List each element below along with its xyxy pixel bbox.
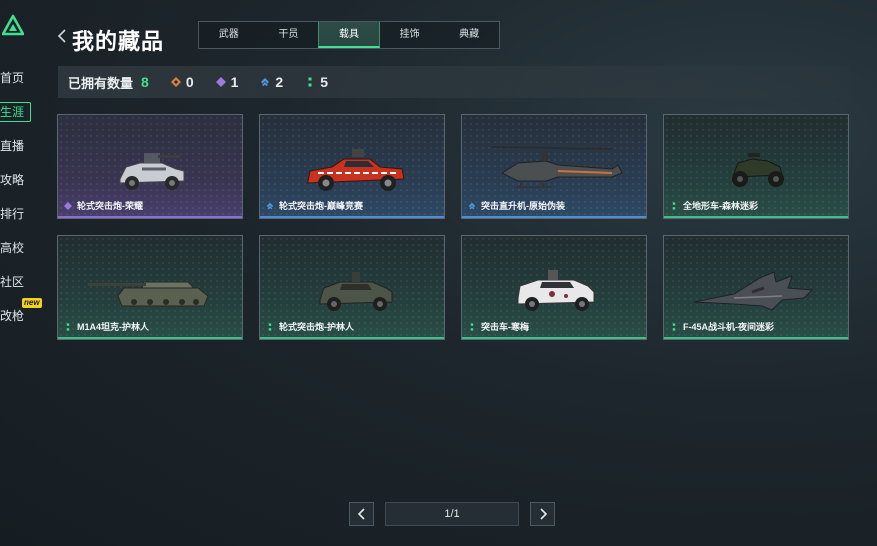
green-rarity-icon xyxy=(268,322,272,331)
orange-rarity-icon xyxy=(170,77,181,87)
rarity-stat-blue: 2 xyxy=(260,74,283,90)
vehicle-name: 突击车-寒梅 xyxy=(468,320,529,333)
rarity-count: 1 xyxy=(230,74,239,90)
prev-page-button[interactable] xyxy=(349,502,374,526)
humvee-icon xyxy=(119,153,185,190)
vehicle-name: 轮式突击炮-巅峰竞赛 xyxy=(266,199,363,212)
tab-accessories[interactable]: 挂饰 xyxy=(380,22,440,48)
sidebar-item-label: 首页 xyxy=(0,71,25,85)
owned-count-value: 8 xyxy=(141,74,149,90)
sidebar-item-label: 排行 xyxy=(0,207,25,221)
active-indicator xyxy=(0,102,31,122)
green-rarity-icon xyxy=(308,77,312,87)
vehicle-name: 全地形车-森林迷彩 xyxy=(670,199,758,212)
chevron-left-icon xyxy=(357,508,365,520)
purple-rarity-icon xyxy=(64,201,72,210)
vehicle-card[interactable]: 全地形车-森林迷彩 xyxy=(663,114,849,219)
vehicle-card[interactable]: 轮式突击炮-荣耀 xyxy=(57,114,243,219)
vehicle-card[interactable]: 突击直升机-原始伪装 xyxy=(461,114,647,219)
pagination: 1/1 xyxy=(349,502,555,526)
sidebar-item-career[interactable]: 生涯 xyxy=(0,100,40,134)
vehicle-card[interactable]: 轮式突击炮-护林人 xyxy=(259,235,445,340)
vehicle-name: 轮式突击炮-护林人 xyxy=(266,320,354,333)
sidebar-item-home[interactable]: 首页 xyxy=(0,66,40,100)
page-title: 我的藏品 xyxy=(72,29,165,54)
green-rarity-icon xyxy=(470,322,474,331)
fighter-jet-icon xyxy=(693,271,814,311)
tab-weapons[interactable]: 武器 xyxy=(199,22,259,48)
helicopter-icon xyxy=(491,146,623,188)
vehicle-card[interactable]: 突击车-寒梅 xyxy=(461,235,647,340)
chevron-right-icon xyxy=(539,508,547,520)
vehicle-card[interactable]: F-45A战斗机-夜间迷彩 xyxy=(663,235,849,340)
vehicle-name: M1A4坦克-护林人 xyxy=(64,320,149,333)
purple-rarity-icon xyxy=(215,77,226,87)
tab-operators[interactable]: 干员 xyxy=(259,22,319,48)
page-indicator: 1/1 xyxy=(385,502,519,526)
green-rarity-icon xyxy=(672,322,676,331)
tab-collection[interactable]: 典藏 xyxy=(439,22,499,48)
sidebar-item-gunsmith[interactable]: new 改枪 xyxy=(0,298,42,338)
sidebar-item-colleges[interactable]: 高校 xyxy=(0,236,40,270)
race-truck-icon xyxy=(307,149,405,191)
atv-icon xyxy=(732,153,784,187)
rarity-stat-orange: 0 xyxy=(170,74,194,90)
sidebar-item-label: 直播 xyxy=(0,139,25,153)
assault-vehicle-icon xyxy=(517,270,595,311)
owned-count-label: 已拥有数量 xyxy=(68,75,134,91)
blue-rarity-icon xyxy=(468,202,476,209)
sidebar-item-label: 社区 xyxy=(0,275,25,289)
new-badge: new xyxy=(22,298,42,308)
vehicle-name: 突击直升机-原始伪装 xyxy=(468,199,565,212)
green-rarity-icon xyxy=(672,201,676,210)
category-tabs: 武器 干员 载具 挂饰 典藏 xyxy=(198,21,500,49)
rarity-count: 0 xyxy=(185,74,194,90)
armored-car-icon xyxy=(319,272,393,311)
green-rarity-icon xyxy=(66,322,70,331)
vehicle-name: 轮式突击炮-荣耀 xyxy=(64,199,143,212)
sidebar-item-rankings[interactable]: 排行 xyxy=(0,202,40,236)
back-arrow-icon[interactable] xyxy=(56,28,68,44)
sidebar-item-guides[interactable]: 攻略 xyxy=(0,168,40,202)
sidebar-nav: 首页 生涯 直播 攻略 排行 高校 社区 new 改枪 xyxy=(0,66,42,338)
tank-icon xyxy=(88,281,209,307)
sidebar-item-label: 高校 xyxy=(0,241,25,255)
vehicle-card[interactable]: 轮式突击炮-巅峰竞赛 xyxy=(259,114,445,219)
sidebar-item-label: 攻略 xyxy=(0,173,25,187)
rarity-stat-purple: 1 xyxy=(215,74,239,90)
vehicle-name: F-45A战斗机-夜间迷彩 xyxy=(670,320,774,333)
blue-rarity-icon xyxy=(266,202,274,209)
blue-rarity-icon xyxy=(261,78,270,86)
sidebar-item-live[interactable]: 直播 xyxy=(0,134,40,168)
rarity-count: 2 xyxy=(275,74,284,90)
ownership-stats-bar: 已拥有数量 8 0 1 2 5 xyxy=(58,66,850,98)
sidebar-item-label: 改枪 xyxy=(0,309,25,323)
tab-vehicles[interactable]: 载具 xyxy=(318,22,380,48)
app-logo-icon xyxy=(2,14,24,36)
next-page-button[interactable] xyxy=(530,502,555,526)
rarity-stat-green: 5 xyxy=(305,74,328,90)
vehicle-card[interactable]: M1A4坦克-护林人 xyxy=(57,235,243,340)
rarity-count: 5 xyxy=(320,74,328,90)
